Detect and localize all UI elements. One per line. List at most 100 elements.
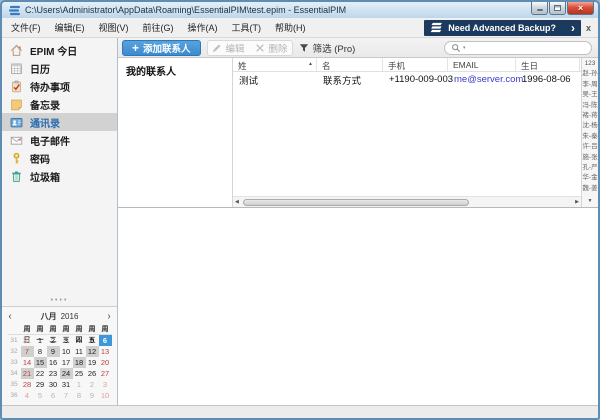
calendar-day-cell[interactable]: 7 bbox=[60, 390, 73, 401]
delete-button[interactable]: 删除 bbox=[255, 41, 288, 55]
calendar-day-cell[interactable]: 1 bbox=[34, 335, 47, 346]
calendar-day-cell[interactable]: 10 bbox=[99, 390, 112, 401]
search-text-field[interactable] bbox=[468, 43, 585, 53]
calendar-day-cell[interactable]: 8 bbox=[73, 390, 86, 401]
sidebar-item-mail[interactable]: 电子邮件 bbox=[2, 131, 117, 149]
maximize-button[interactable] bbox=[549, 2, 566, 15]
edit-button[interactable]: 编辑 bbox=[212, 41, 245, 55]
calendar-day-cell[interactable]: 2 bbox=[47, 335, 60, 346]
calendar-day-cell[interactable]: 5 bbox=[34, 390, 47, 401]
scrollbar-track[interactable] bbox=[241, 199, 573, 206]
menu-item-1[interactable]: 编辑(E) bbox=[48, 18, 92, 38]
calendar-today-cell[interactable]: 6 bbox=[99, 335, 112, 346]
calendar-day-cell[interactable]: 1 bbox=[73, 379, 86, 390]
calendar-day-cell[interactable]: 22 bbox=[34, 368, 47, 379]
calendar-day-cell[interactable]: 6 bbox=[47, 390, 60, 401]
column-header-1[interactable]: 名 bbox=[317, 58, 383, 71]
index-item[interactable]: 吴-王 bbox=[582, 90, 597, 100]
calendar-day-cell[interactable]: 12 bbox=[86, 346, 99, 357]
calendar-day-cell[interactable]: 31 bbox=[60, 379, 73, 390]
calendar-day-cell[interactable]: 7 bbox=[21, 346, 34, 357]
calendar-day-cell[interactable]: 28 bbox=[21, 379, 34, 390]
index-more-icon[interactable]: ▼ bbox=[588, 198, 593, 204]
menu-item-2[interactable]: 视图(V) bbox=[92, 18, 136, 38]
sidebar-item-calendar[interactable]: 日历 bbox=[2, 59, 117, 77]
calendar-day-cell[interactable]: 19 bbox=[86, 357, 99, 368]
backup-banner[interactable]: Need Advanced Backup? › bbox=[424, 20, 581, 36]
calendar-next-button[interactable]: › bbox=[103, 311, 115, 323]
backup-stack-icon bbox=[430, 22, 443, 33]
sidebar-item-trash[interactable]: 垃圾箱 bbox=[2, 167, 117, 185]
menu-item-3[interactable]: 前往(G) bbox=[136, 18, 181, 38]
sidebar-item-todo[interactable]: 待办事项 bbox=[2, 77, 117, 95]
calendar-day-cell[interactable]: 20 bbox=[99, 357, 112, 368]
column-header-3[interactable]: EMAIL bbox=[448, 58, 516, 71]
index-item[interactable]: 沈-杨 bbox=[582, 121, 597, 131]
sidebar-item-today[interactable]: EPIM 今日 bbox=[2, 41, 117, 59]
search-input[interactable]: ▾ bbox=[444, 41, 592, 55]
scroll-left-icon[interactable]: ◀ bbox=[235, 200, 239, 205]
index-item[interactable]: 许-吕 bbox=[582, 142, 597, 152]
calendar-day-cell[interactable]: 14 bbox=[21, 357, 34, 368]
calendar-day-cell[interactable]: 30 bbox=[47, 379, 60, 390]
calendar-day-cell[interactable]: 16 bbox=[47, 357, 60, 368]
index-item[interactable]: 朱-秦 bbox=[582, 132, 597, 142]
column-header-4[interactable]: 生日 bbox=[516, 58, 580, 71]
calendar-day-cell[interactable]: 26 bbox=[86, 368, 99, 379]
sidebar-item-password[interactable]: 密码 bbox=[2, 149, 117, 167]
calendar-day-cell[interactable]: 3 bbox=[99, 379, 112, 390]
calendar-day-cell[interactable]: 9 bbox=[47, 346, 60, 357]
calendar-day-cell[interactable]: 13 bbox=[99, 346, 112, 357]
menu-item-4[interactable]: 操作(A) bbox=[181, 18, 225, 38]
index-item[interactable]: 魏-姜 bbox=[582, 184, 597, 194]
close-button[interactable]: × bbox=[567, 2, 594, 15]
sidebar-item-notes[interactable]: 备忘录 bbox=[2, 95, 117, 113]
menu-item-5[interactable]: 工具(T) bbox=[225, 18, 269, 38]
calendar-day-cell[interactable]: 27 bbox=[99, 368, 112, 379]
index-item[interactable]: 冯-陈 bbox=[582, 101, 597, 111]
calendar-day-cell[interactable]: 21 bbox=[21, 368, 34, 379]
calendar-day-cell[interactable]: 8 bbox=[34, 346, 47, 357]
scroll-right-icon[interactable]: ▶ bbox=[575, 200, 579, 205]
index-item[interactable]: 华-金 bbox=[582, 173, 597, 183]
calendar-day-cell[interactable]: 4 bbox=[21, 390, 34, 401]
calendar-day-cell[interactable]: 3 bbox=[60, 335, 73, 346]
filter-button[interactable]: 筛选 (Pro) bbox=[299, 41, 356, 55]
column-header-2[interactable]: 手机 bbox=[383, 58, 448, 71]
calendar-day-cell[interactable]: 5 bbox=[86, 335, 99, 346]
calendar-day-cell[interactable]: 23 bbox=[47, 368, 60, 379]
index-item[interactable]: 施-张 bbox=[582, 153, 597, 163]
sidebar-item-contacts[interactable]: 通讯录 bbox=[2, 113, 117, 131]
index-item[interactable]: 褚-蒋 bbox=[582, 111, 597, 121]
horizontal-scrollbar[interactable]: ◀ ▶ bbox=[233, 196, 581, 207]
scrollbar-thumb[interactable] bbox=[243, 199, 469, 206]
banner-close-button[interactable]: x bbox=[581, 23, 596, 33]
minimize-button[interactable] bbox=[531, 2, 548, 15]
calendar-day-cell[interactable]: 4 bbox=[73, 335, 86, 346]
index-item[interactable]: 赵-孙 bbox=[582, 69, 597, 79]
column-header-0[interactable]: 姓▲ bbox=[233, 58, 317, 71]
calendar-day-cell[interactable]: 24 bbox=[60, 368, 73, 379]
calendar-day-cell[interactable]: 31 bbox=[21, 335, 34, 346]
add-contact-button[interactable]: + 添加联系人 bbox=[122, 40, 201, 56]
index-item[interactable]: 李-周 bbox=[582, 80, 597, 90]
calendar-day-cell[interactable]: 15 bbox=[34, 357, 47, 368]
calendar-prev-button[interactable]: ‹ bbox=[4, 311, 16, 323]
search-dropdown-arrow-icon[interactable]: ▾ bbox=[463, 45, 466, 51]
tree-item-my-contacts[interactable]: 我的联系人 bbox=[118, 58, 232, 83]
calendar-day-cell[interactable]: 25 bbox=[73, 368, 86, 379]
contact-row[interactable]: 测试联系方式+1190-009-003me@server.com1996-08-… bbox=[233, 72, 581, 87]
calendar-day-cell[interactable]: 9 bbox=[86, 390, 99, 401]
calendar-day-cell[interactable]: 11 bbox=[73, 346, 86, 357]
index-item[interactable]: 孔-严 bbox=[582, 163, 597, 173]
contact-cell-3[interactable]: me@server.com bbox=[448, 74, 516, 85]
calendar-day-cell[interactable]: 17 bbox=[60, 357, 73, 368]
calendar-day-cell[interactable]: 2 bbox=[86, 379, 99, 390]
calendar-day-cell[interactable]: 18 bbox=[73, 357, 86, 368]
splitter-handle[interactable]: •••• bbox=[2, 298, 117, 306]
calendar-day-cell[interactable]: 10 bbox=[60, 346, 73, 357]
index-item[interactable]: 123 bbox=[585, 59, 596, 69]
menu-item-0[interactable]: 文件(F) bbox=[4, 18, 48, 38]
calendar-day-cell[interactable]: 29 bbox=[34, 379, 47, 390]
menu-item-6[interactable]: 帮助(H) bbox=[268, 18, 313, 38]
